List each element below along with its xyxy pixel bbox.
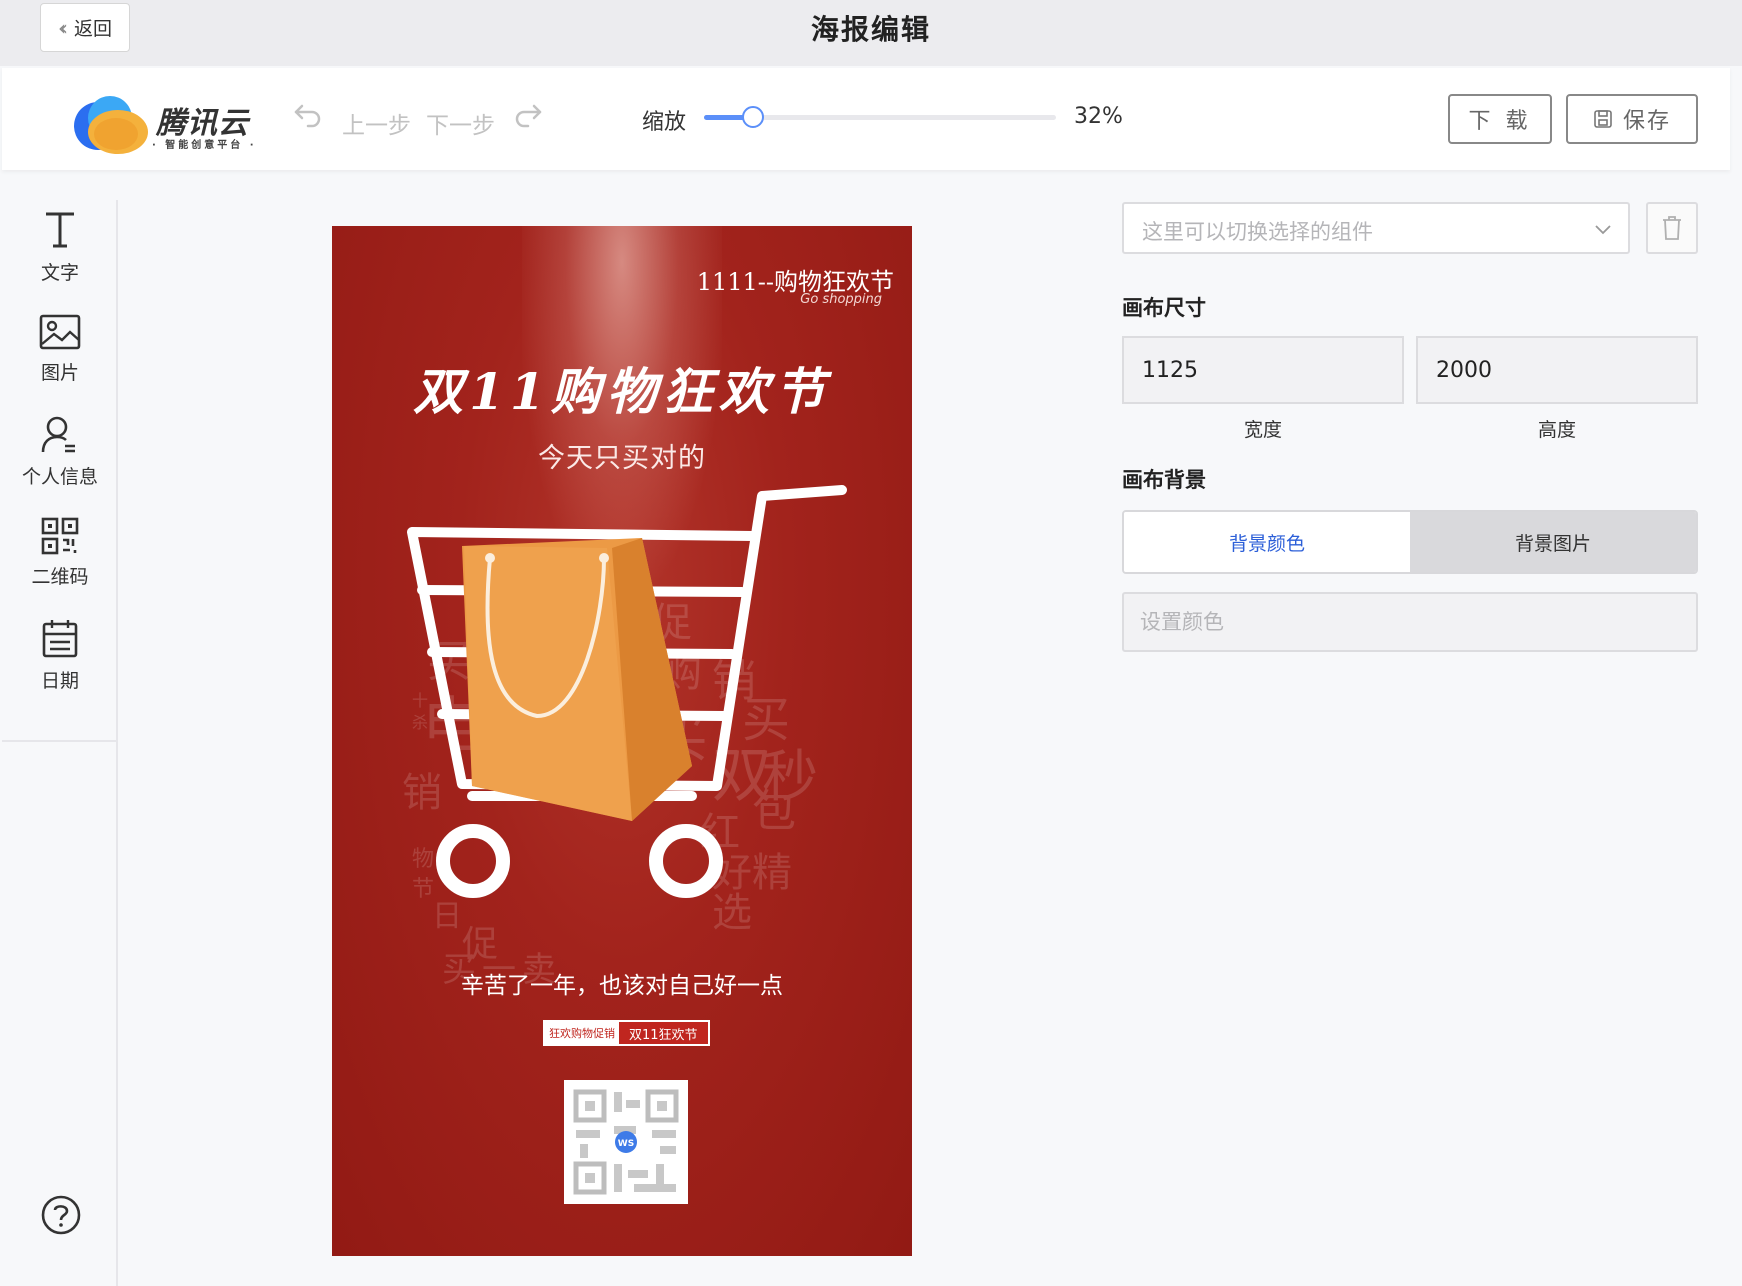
tool-qrcode-label: 二维码 (31, 566, 89, 588)
word-cloud-word: 买 (742, 692, 790, 748)
zoom-slider-thumb[interactable] (742, 106, 764, 128)
qr-badge-text: WS (618, 1139, 634, 1149)
word-cloud-word: 包 (752, 786, 796, 837)
background-type-toggle: 背景颜色 背景图片 (1122, 510, 1698, 574)
word-cloud-word: 杀 (412, 713, 428, 732)
zoom-slider[interactable] (704, 106, 1056, 128)
save-icon (1594, 110, 1612, 128)
tool-text[interactable]: 文字 (2, 208, 118, 298)
save-button-label: 保存 (1622, 109, 1671, 134)
user-icon (41, 416, 75, 453)
tool-user-info[interactable]: 个人信息 (2, 414, 118, 504)
undo-icon[interactable] (292, 100, 324, 130)
help-icon[interactable] (40, 1194, 82, 1236)
image-icon (39, 314, 81, 350)
tool-qrcode[interactable]: 二维码 (2, 516, 118, 606)
tool-image-label: 图片 (40, 362, 79, 384)
delete-component-button[interactable] (1646, 202, 1698, 254)
canvas-size-title: 画布尺寸 (1122, 296, 1206, 320)
poster-canvas[interactable]: 1111--购物狂欢节 Go shopping 双11购物狂欢节 今天只买对的 … (332, 226, 912, 1256)
word-cloud-word: 日 (432, 899, 462, 934)
word-cloud-word: 销 (402, 770, 442, 816)
chevron-down-icon (1595, 225, 1611, 235)
tool-date-label: 日期 (40, 670, 79, 692)
poster-slogan[interactable]: 辛苦了一年，也该对自己好一点 (332, 966, 912, 1000)
sidebar-divider (2, 740, 118, 742)
poster-tag-right: 双11狂欢节 (619, 1022, 708, 1044)
logo-tagline: · 智能创意平台 · (152, 140, 257, 151)
poster-title[interactable]: 双11购物狂欢节 (332, 352, 912, 424)
poster-top-subtext[interactable]: Go shopping (800, 292, 882, 307)
zoom-value: 32% (1074, 104, 1123, 129)
canvas-background-title: 画布背景 (1122, 468, 1206, 492)
component-select-placeholder: 这里可以切换选择的组件 (1142, 220, 1373, 244)
word-cloud-word: 选 (712, 890, 752, 936)
word-cloud-word: 精 (752, 850, 792, 896)
background-color-input[interactable] (1122, 592, 1698, 652)
poster-qrcode[interactable]: WS (564, 1080, 688, 1204)
tool-user-info-label: 个人信息 (21, 466, 98, 488)
tool-text-label: 文字 (40, 262, 79, 284)
poster-tag[interactable]: 狂欢购物促销 双11狂欢节 (543, 1020, 710, 1046)
editor-toolbar: 腾讯云 · 智能创意平台 · 上一步 下一步 缩放 32% 下 载 保存 (2, 68, 1730, 170)
word-cloud-word: 节 (412, 877, 434, 902)
word-cloud-word: 物 (412, 847, 434, 872)
qrcode-icon (41, 517, 79, 555)
word-cloud-word: 十 (412, 691, 428, 710)
canvas-height-label: 高度 (1537, 419, 1576, 441)
shopping-bag-icon (462, 538, 692, 821)
trash-icon (1663, 216, 1681, 240)
tab-background-color[interactable]: 背景颜色 (1124, 512, 1410, 572)
text-icon (46, 212, 74, 248)
page-title: 海报编辑 (810, 13, 931, 46)
undo-label[interactable]: 上一步 (342, 106, 411, 140)
cloud-logo-icon (74, 96, 148, 154)
calendar-icon (42, 620, 78, 658)
save-button[interactable]: 保存 (1566, 94, 1698, 144)
download-button-label: 下 载 (1468, 109, 1532, 134)
canvas-height-input[interactable] (1416, 336, 1698, 404)
component-select[interactable]: 这里可以切换选择的组件 (1122, 202, 1630, 254)
title-bar: ‹‹ 返回 海报编辑 (0, 0, 1742, 66)
cart-wheel-left (436, 824, 510, 898)
tencent-cloud-logo: 腾讯云 · 智能创意平台 · (60, 88, 260, 158)
canvas-width-label: 宽度 (1243, 419, 1282, 441)
download-button[interactable]: 下 载 (1448, 94, 1552, 144)
redo-icon[interactable] (512, 100, 544, 130)
poster-cart-illustration[interactable]: 秒买杀电商促购销买买双秒十杀红包好精选物节日促销买一卖 (332, 466, 912, 986)
zoom-label: 缩放 (642, 110, 687, 135)
redo-label[interactable]: 下一步 (426, 106, 495, 140)
tool-sidebar: 文字 图片 个人信息 二维码 日期 (2, 200, 118, 1286)
cart-wheel-right (649, 824, 723, 898)
poster-tag-left: 狂欢购物促销 (545, 1022, 619, 1044)
tab-background-image[interactable]: 背景图片 (1410, 512, 1696, 572)
tool-image[interactable]: 图片 (2, 312, 118, 402)
tool-date[interactable]: 日期 (2, 618, 118, 708)
canvas-width-input[interactable] (1122, 336, 1404, 404)
